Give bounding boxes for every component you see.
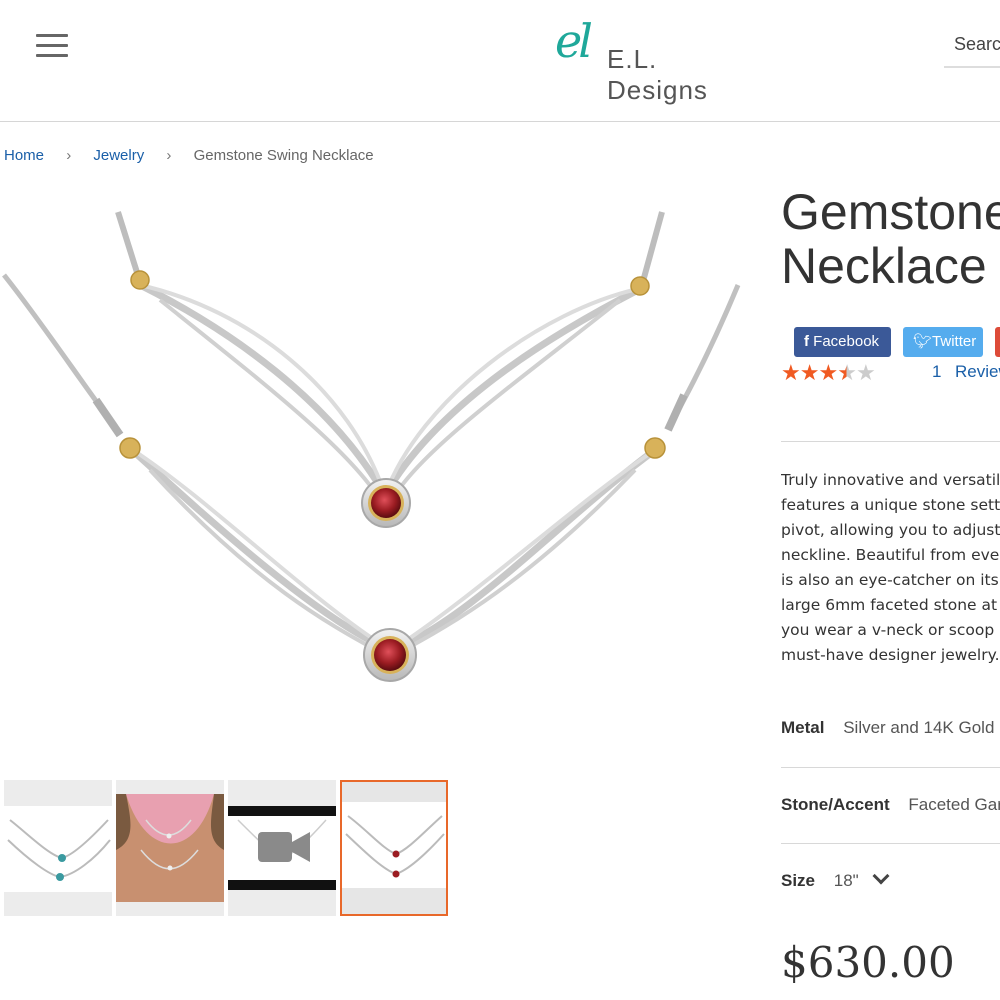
metal-value: Silver and 14K Gold: [843, 718, 995, 737]
product-description: Truly innovative and versatile, this nec…: [781, 471, 1000, 664]
star-full-icon: ★: [799, 360, 820, 385]
breadcrumb-current: Gemstone Swing Necklace: [193, 147, 374, 164]
search-box[interactable]: [944, 30, 1000, 68]
metal-attribute: Metal Silver and 14K Gold: [781, 718, 994, 738]
stone-attribute: Stone/Accent Faceted Garnet: [781, 795, 1000, 815]
star-full-icon: ★: [818, 360, 838, 385]
video-camera-icon: [258, 832, 292, 862]
thumbnail-garnet-necklace[interactable]: [340, 780, 448, 916]
twitter-bird-icon: 🐦︎: [913, 333, 933, 350]
twitter-share-button[interactable]: 🐦︎Twitter: [903, 327, 983, 357]
size-select[interactable]: 18": [834, 867, 890, 890]
site-logo[interactable]: el E.L. Designs: [555, 14, 755, 105]
facebook-icon: f: [804, 333, 809, 350]
facebook-share-button[interactable]: f Facebook: [794, 327, 891, 357]
thumbnail-turquoise-necklace[interactable]: [4, 780, 112, 916]
reviews-link[interactable]: Reviews: [955, 362, 1000, 382]
star-rating: ★★★★★: [781, 360, 876, 386]
stone-value: Faceted Garnet: [908, 795, 1000, 814]
product-main-image[interactable]: [0, 200, 745, 700]
breadcrumb-jewelry-link[interactable]: Jewelry: [93, 147, 144, 164]
review-count[interactable]: 1: [932, 362, 941, 382]
chevron-right-icon: ›: [166, 147, 172, 164]
logo-mark: el: [555, 14, 593, 68]
divider: [781, 843, 1000, 844]
chevron-down-icon: [872, 867, 890, 885]
breadcrumb: Home › Jewelry › Gemstone Swing Necklace: [4, 147, 374, 164]
metal-label: Metal: [781, 718, 825, 737]
star-full-icon: ★: [781, 360, 801, 385]
site-header: el E.L. Designs: [0, 0, 1000, 122]
breadcrumb-home-link[interactable]: Home: [4, 147, 44, 164]
star-empty-icon: ★: [855, 360, 876, 385]
stone-label: Stone/Accent: [781, 795, 890, 814]
size-attribute: Size 18": [781, 867, 890, 891]
hamburger-menu-icon[interactable]: [36, 34, 68, 58]
star-half-icon: ★: [837, 360, 857, 385]
chevron-right-icon: ›: [66, 147, 72, 164]
necklace-image: [2, 211, 741, 682]
product-price: $630.00: [781, 938, 955, 987]
size-label: Size: [781, 871, 816, 890]
logo-text: E.L. Designs: [607, 44, 708, 105]
product-title: Gemstone Swing Necklace: [781, 185, 1000, 293]
google-share-button[interactable]: [995, 327, 1000, 357]
divider: [781, 767, 1000, 768]
product-title-block: Gemstone Swing Necklace: [781, 185, 1000, 293]
thumbnail-video[interactable]: [228, 780, 336, 916]
divider: [781, 441, 1000, 442]
search-input[interactable]: [944, 30, 1000, 59]
thumbnail-model-wearing[interactable]: [116, 780, 224, 916]
